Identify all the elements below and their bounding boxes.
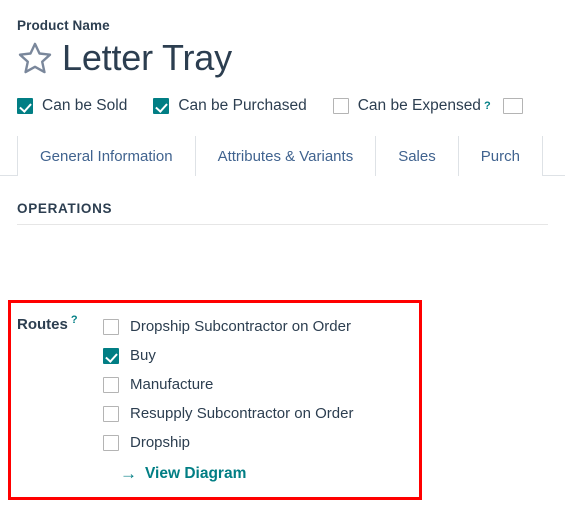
tab-sales[interactable]: Sales	[376, 136, 459, 177]
routes-checkbox-list: Dropship Subcontractor on Order Buy Manu…	[103, 312, 417, 482]
checkbox-can-be-expensed[interactable]	[332, 98, 349, 115]
view-diagram-link[interactable]: → View Diagram	[120, 465, 417, 482]
checkbox-clipped-right[interactable]	[502, 98, 523, 115]
route-option-dropship-subcontractor-on-order[interactable]: Dropship Subcontractor on Order	[103, 312, 417, 341]
product-form-page: Product Name Letter Tray Can be Sold Can…	[0, 0, 565, 530]
tab-purchase[interactable]: Purch	[458, 136, 543, 177]
tab-bar: General Information Attributes & Variant…	[0, 136, 565, 177]
checkbox-resupply-subcontractor-on-order[interactable]	[103, 405, 119, 422]
checkbox-dropship[interactable]	[103, 434, 119, 451]
checkbox-manufacture[interactable]	[103, 376, 119, 393]
flag-label-can-be-purchased: Can be Purchased	[178, 97, 307, 115]
product-name-label: Product Name	[17, 18, 110, 33]
route-option-resupply-subcontractor-on-order[interactable]: Resupply Subcontractor on Order	[103, 399, 417, 428]
tab-attributes-variants[interactable]: Attributes & Variants	[195, 136, 377, 177]
help-icon-can-be-expensed[interactable]: ?	[484, 100, 491, 112]
operations-section: OPERATIONS	[0, 202, 565, 225]
section-divider	[17, 223, 548, 225]
page-title[interactable]: Letter Tray	[62, 40, 232, 76]
flag-label-can-be-expensed: Can be Expensed	[357, 97, 481, 115]
routes-field-group: Routes? Dropship Subcontractor on Order …	[17, 312, 417, 483]
operations-section-title: OPERATIONS	[17, 201, 113, 217]
checkbox-can-be-sold[interactable]	[17, 98, 33, 115]
tab-general-information[interactable]: General Information	[17, 136, 196, 177]
arrow-right-icon: →	[120, 464, 137, 483]
route-label-manufacture: Manufacture	[130, 376, 214, 393]
product-title-row: Letter Tray	[17, 40, 565, 76]
product-flags-row: Can be Sold Can be Purchased Can be Expe…	[0, 97, 565, 115]
route-option-buy[interactable]: Buy	[103, 341, 417, 370]
route-option-dropship[interactable]: Dropship	[103, 428, 417, 457]
route-option-manufacture[interactable]: Manufacture	[103, 370, 417, 399]
route-label-dropship-subcontractor-on-order: Dropship Subcontractor on Order	[130, 318, 351, 335]
flag-can-be-sold[interactable]: Can be Sold	[17, 97, 128, 115]
flag-can-be-expensed[interactable]: Can be Expensed ?	[332, 97, 491, 115]
route-label-resupply-subcontractor-on-order: Resupply Subcontractor on Order	[130, 405, 354, 422]
checkbox-can-be-purchased[interactable]	[153, 98, 170, 115]
route-label-dropship: Dropship	[130, 434, 191, 451]
help-icon-routes[interactable]: ?	[71, 314, 78, 326]
flag-partial-clipped	[502, 98, 525, 115]
checkbox-buy[interactable]	[103, 347, 119, 364]
routes-label-text: Routes	[17, 316, 68, 333]
product-header: Product Name Letter Tray	[0, 0, 565, 76]
flag-label-can-be-sold: Can be Sold	[42, 97, 128, 115]
checkbox-dropship-subcontractor-on-order[interactable]	[103, 318, 119, 335]
flag-can-be-purchased[interactable]: Can be Purchased	[153, 97, 307, 115]
route-label-buy: Buy	[130, 347, 156, 364]
view-diagram-label: View Diagram	[145, 464, 247, 482]
routes-field-label: Routes?	[17, 312, 103, 333]
star-outline-icon[interactable]	[17, 40, 62, 76]
